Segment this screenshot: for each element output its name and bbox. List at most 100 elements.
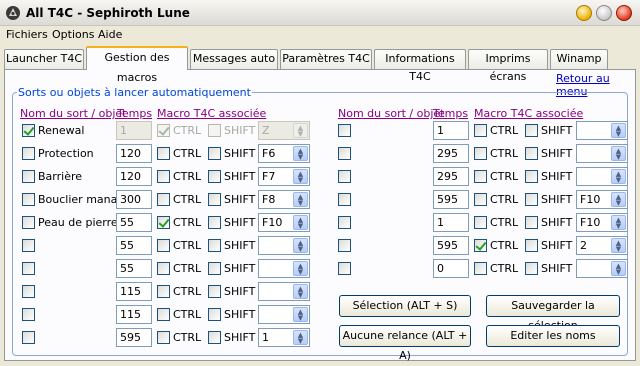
left-row-2-enable-checkbox[interactable]: [22, 147, 35, 160]
right-row-2-ctrl-checkbox[interactable]: [474, 147, 487, 160]
left-row-8-ctrl-checkbox[interactable]: [157, 285, 170, 298]
spin-arrows-icon[interactable]: ▲ ▼: [293, 307, 308, 322]
left-row-8-time-input[interactable]: 115: [116, 282, 152, 301]
spin-arrows-icon[interactable]: ▲ ▼: [611, 146, 626, 161]
tab-imprims-ecrans[interactable]: Imprims écrans: [468, 49, 548, 83]
left-row-10-time-input[interactable]: 595: [116, 328, 152, 347]
right-row-7-time-input[interactable]: 0: [433, 259, 469, 278]
menu-options[interactable]: Options: [52, 28, 94, 41]
right-row-6-shift-checkbox[interactable]: [525, 239, 538, 252]
right-row-5-key-select[interactable]: F10 ▲ ▼: [576, 213, 628, 232]
left-row-8-key-select[interactable]: ▲ ▼: [258, 282, 310, 301]
left-row-8-enable-checkbox[interactable]: [22, 285, 35, 298]
menu-fichiers[interactable]: Fichiers: [6, 28, 48, 41]
spin-arrows-icon[interactable]: ▲ ▼: [611, 123, 626, 138]
right-row-3-time-input[interactable]: 295: [433, 167, 469, 186]
left-row-6-key-select[interactable]: ▲ ▼: [258, 236, 310, 255]
left-row-2-key-select[interactable]: F6 ▲ ▼: [258, 144, 310, 163]
edit-names-button[interactable]: Editer les noms: [486, 325, 620, 347]
close-button[interactable]: [616, 5, 632, 21]
spin-arrows-icon[interactable]: ▲ ▼: [611, 192, 626, 207]
spin-arrows-icon[interactable]: ▲ ▼: [293, 330, 308, 345]
spin-arrows-icon[interactable]: ▲ ▼: [611, 169, 626, 184]
left-row-2-shift-checkbox[interactable]: [208, 147, 221, 160]
left-row-7-time-input[interactable]: 55: [116, 259, 152, 278]
right-row-7-shift-checkbox[interactable]: [525, 262, 538, 275]
minimize-button[interactable]: [576, 5, 592, 21]
right-row-3-ctrl-checkbox[interactable]: [474, 170, 487, 183]
left-row-3-shift-checkbox[interactable]: [208, 170, 221, 183]
tab-messages-auto[interactable]: Messages auto: [190, 49, 278, 69]
save-selection-button[interactable]: Sauvegarder la sélection: [486, 295, 620, 332]
spin-arrows-icon[interactable]: ▲ ▼: [293, 192, 308, 207]
left-row-5-time-input[interactable]: 55: [116, 213, 152, 232]
left-row-9-time-input[interactable]: 115: [116, 305, 152, 324]
left-row-1-key-select[interactable]: Z ▲ ▼: [258, 121, 310, 140]
left-row-3-enable-checkbox[interactable]: [22, 170, 35, 183]
menu-aide[interactable]: Aide: [98, 28, 122, 41]
right-row-1-key-select[interactable]: ▲ ▼: [576, 121, 628, 140]
tab-launcher[interactable]: Launcher T4C: [4, 49, 84, 69]
right-row-7-ctrl-checkbox[interactable]: [474, 262, 487, 275]
left-row-4-key-select[interactable]: F8 ▲ ▼: [258, 190, 310, 209]
left-row-7-key-select[interactable]: ▲ ▼: [258, 259, 310, 278]
right-row-5-time-input[interactable]: 1: [433, 213, 469, 232]
right-row-7-enable-checkbox[interactable]: [338, 262, 351, 275]
left-row-10-shift-checkbox[interactable]: [208, 331, 221, 344]
right-row-1-shift-checkbox[interactable]: [525, 124, 538, 137]
select-button[interactable]: Sélection (ALT + S): [339, 295, 471, 317]
right-row-3-key-select[interactable]: ▲ ▼: [576, 167, 628, 186]
right-row-1-ctrl-checkbox[interactable]: [474, 124, 487, 137]
left-row-5-ctrl-checkbox[interactable]: [157, 216, 170, 229]
right-row-4-ctrl-checkbox[interactable]: [474, 193, 487, 206]
right-row-1-time-input[interactable]: 1: [433, 121, 469, 140]
left-row-4-ctrl-checkbox[interactable]: [157, 193, 170, 206]
left-row-4-time-input[interactable]: 300: [116, 190, 152, 209]
left-row-6-ctrl-checkbox[interactable]: [157, 239, 170, 252]
right-row-6-ctrl-checkbox[interactable]: [474, 239, 487, 252]
left-row-9-shift-checkbox[interactable]: [208, 308, 221, 321]
right-row-5-ctrl-checkbox[interactable]: [474, 216, 487, 229]
right-row-4-time-input[interactable]: 595: [433, 190, 469, 209]
left-row-5-key-select[interactable]: F10 ▲ ▼: [258, 213, 310, 232]
right-row-3-shift-checkbox[interactable]: [525, 170, 538, 183]
spin-arrows-icon[interactable]: ▲ ▼: [293, 169, 308, 184]
right-row-6-enable-checkbox[interactable]: [338, 239, 351, 252]
left-row-9-enable-checkbox[interactable]: [22, 308, 35, 321]
right-row-2-enable-checkbox[interactable]: [338, 147, 351, 160]
left-row-10-enable-checkbox[interactable]: [22, 331, 35, 344]
left-row-7-shift-checkbox[interactable]: [208, 262, 221, 275]
left-row-9-ctrl-checkbox[interactable]: [157, 308, 170, 321]
spin-arrows-icon[interactable]: ▲ ▼: [293, 146, 308, 161]
tab-winamp[interactable]: Winamp: [550, 49, 608, 69]
right-row-7-key-select[interactable]: ▲ ▼: [576, 259, 628, 278]
left-row-5-shift-checkbox[interactable]: [208, 216, 221, 229]
left-row-1-time-input[interactable]: 1: [116, 121, 152, 140]
right-row-4-enable-checkbox[interactable]: [338, 193, 351, 206]
right-row-2-shift-checkbox[interactable]: [525, 147, 538, 160]
right-row-2-time-input[interactable]: 295: [433, 144, 469, 163]
tab-gestion-macros[interactable]: Gestion des macros: [86, 46, 188, 84]
spin-arrows-icon[interactable]: ▲ ▼: [293, 238, 308, 253]
left-row-3-key-select[interactable]: F7 ▲ ▼: [258, 167, 310, 186]
right-row-5-enable-checkbox[interactable]: [338, 216, 351, 229]
left-row-2-time-input[interactable]: 120: [116, 144, 152, 163]
left-row-10-key-select[interactable]: 1 ▲ ▼: [258, 328, 310, 347]
spin-arrows-icon[interactable]: ▲ ▼: [293, 284, 308, 299]
right-row-5-shift-checkbox[interactable]: [525, 216, 538, 229]
left-row-6-shift-checkbox[interactable]: [208, 239, 221, 252]
left-row-7-ctrl-checkbox[interactable]: [157, 262, 170, 275]
spin-arrows-icon[interactable]: ▲ ▼: [293, 261, 308, 276]
right-row-6-key-select[interactable]: 2 ▲ ▼: [576, 236, 628, 255]
left-row-9-key-select[interactable]: ▲ ▼: [258, 305, 310, 324]
left-row-1-enable-checkbox[interactable]: [22, 124, 35, 137]
left-row-6-enable-checkbox[interactable]: [22, 239, 35, 252]
right-row-4-shift-checkbox[interactable]: [525, 193, 538, 206]
left-row-2-ctrl-checkbox[interactable]: [157, 147, 170, 160]
left-row-10-ctrl-checkbox[interactable]: [157, 331, 170, 344]
left-row-8-shift-checkbox[interactable]: [208, 285, 221, 298]
right-row-3-enable-checkbox[interactable]: [338, 170, 351, 183]
left-row-3-ctrl-checkbox[interactable]: [157, 170, 170, 183]
spin-arrows-icon[interactable]: ▲ ▼: [293, 123, 308, 138]
right-row-4-key-select[interactable]: F10 ▲ ▼: [576, 190, 628, 209]
